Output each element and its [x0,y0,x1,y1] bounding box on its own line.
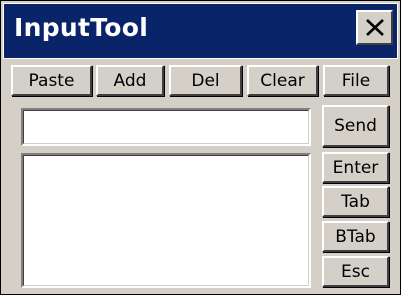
title-bar[interactable]: InputTool [3,3,398,59]
tab-button[interactable]: Tab [322,186,389,217]
add-button[interactable]: Add [96,65,164,96]
input-tool-window: InputTool Paste Add Del Clear File Send … [0,0,401,295]
text-input[interactable] [24,111,308,143]
paste-button[interactable]: Paste [11,65,92,96]
input-field-frame [21,108,311,146]
del-button[interactable]: Del [169,65,242,96]
text-area[interactable] [24,156,308,285]
text-area-frame [21,153,311,288]
send-button[interactable]: Send [322,105,389,147]
window-title: InputTool [14,13,149,42]
close-icon [366,19,384,36]
enter-button[interactable]: Enter [322,152,389,183]
btab-button[interactable]: BTab [322,221,389,252]
close-button[interactable] [356,10,393,45]
file-button[interactable]: File [323,65,389,96]
esc-button[interactable]: Esc [322,256,389,287]
clear-button[interactable]: Clear [247,65,318,96]
